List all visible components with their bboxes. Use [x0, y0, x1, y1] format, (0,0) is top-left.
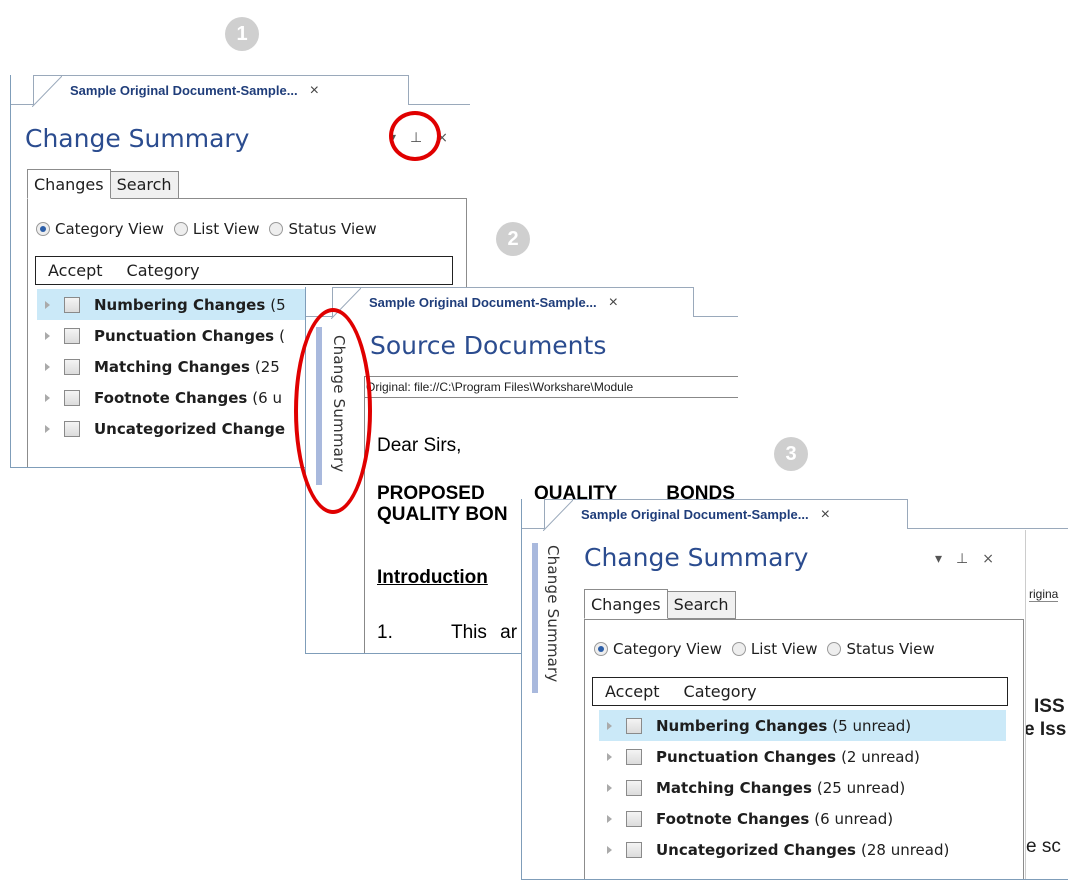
document-path: Original: file://C:\Program Files\Worksh…: [366, 380, 634, 394]
category-row-uncategorized[interactable]: Uncategorized Changes (28 unread): [599, 834, 1006, 865]
expand-icon[interactable]: [45, 300, 50, 309]
accept-checkbox[interactable]: [64, 358, 80, 375]
category-row-numbering[interactable]: Numbering Changes (5 unread): [599, 710, 1006, 741]
accept-checkbox[interactable]: [626, 779, 642, 796]
pin-highlight-circle: [389, 111, 441, 161]
background-text-fragment: e Iss: [1024, 719, 1067, 740]
accept-checkbox[interactable]: [64, 327, 80, 344]
pin-icon[interactable]: ⊥: [956, 551, 968, 567]
side-tab-highlight-circle: [294, 308, 372, 514]
document-tab[interactable]: Sample Original Document-Sample... ×: [32, 75, 409, 107]
expand-icon[interactable]: [45, 393, 50, 402]
document-tab-title: Sample Original Document-Sample...: [369, 295, 597, 310]
document-tab-title: Sample Original Document-Sample...: [581, 507, 809, 522]
expand-icon[interactable]: [607, 814, 612, 823]
list-view-radio[interactable]: List View: [173, 220, 259, 238]
tab-changes[interactable]: Changes: [584, 589, 668, 619]
paragraph-text: This ar: [451, 622, 518, 643]
category-view-radio[interactable]: Category View: [36, 220, 164, 238]
expand-icon[interactable]: [607, 783, 612, 792]
expand-icon[interactable]: [607, 845, 612, 854]
expand-icon[interactable]: [607, 752, 612, 761]
accept-checkbox[interactable]: [626, 841, 642, 858]
document-tab-title: Sample Original Document-Sample...: [70, 83, 298, 98]
list-view-radio[interactable]: List View: [731, 640, 817, 658]
panel-title: Change Summary: [25, 124, 250, 153]
accept-checkbox[interactable]: [64, 389, 80, 406]
accept-checkbox[interactable]: [626, 748, 642, 765]
dropdown-icon[interactable]: ▾: [935, 551, 942, 567]
accept-column-header[interactable]: Accept: [605, 682, 660, 701]
paragraph-number: 1.: [377, 622, 393, 643]
step-1-badge: 1: [225, 17, 259, 51]
expand-icon[interactable]: [45, 331, 50, 340]
expand-icon[interactable]: [45, 424, 50, 433]
accept-column-header[interactable]: Accept: [48, 261, 103, 280]
tab-changes[interactable]: Changes: [27, 169, 111, 199]
category-column-header[interactable]: Category: [127, 261, 200, 280]
category-column-header[interactable]: Category: [684, 682, 757, 701]
greeting-text: Dear Sirs,: [377, 435, 462, 456]
category-row-footnote[interactable]: Footnote Changes (6 unread): [599, 803, 1006, 834]
change-summary-panel-3: Sample Original Document-Sample... × Cha…: [521, 499, 1068, 880]
background-text-fragment: e sc: [1026, 836, 1061, 857]
accept-checkbox[interactable]: [626, 717, 642, 734]
change-summary-side-tab[interactable]: Change Summary: [544, 545, 562, 683]
close-panel-icon[interactable]: ×: [982, 551, 994, 567]
document-tab[interactable]: Sample Original Document-Sample... ×: [543, 499, 908, 531]
status-view-radio[interactable]: Status View: [827, 640, 935, 658]
column-header: Accept Category: [592, 677, 1008, 706]
category-row-matching[interactable]: Matching Changes (25 unread): [599, 772, 1006, 803]
background-text-fragment: ISS: [1034, 696, 1065, 717]
category-row-punctuation[interactable]: Punctuation Changes (2 unread): [599, 741, 1006, 772]
step-2-badge: 2: [496, 222, 530, 256]
close-tab-icon[interactable]: ×: [310, 82, 319, 100]
expand-icon[interactable]: [607, 721, 612, 730]
panel-title: Source Documents: [370, 331, 607, 360]
accept-checkbox[interactable]: [64, 420, 80, 437]
panel-title: Change Summary: [584, 543, 809, 572]
tab-search[interactable]: Search: [666, 591, 736, 619]
side-strip: [532, 543, 538, 693]
category-view-radio[interactable]: Category View: [594, 640, 722, 658]
tab-search[interactable]: Search: [109, 171, 179, 199]
status-view-radio[interactable]: Status View: [269, 220, 377, 238]
background-path-fragment: rigina: [1029, 587, 1059, 602]
document-path-bar: Original: file://C:\Program Files\Worksh…: [364, 376, 738, 398]
section-heading: Introduction: [377, 567, 488, 588]
column-header: Accept Category: [35, 256, 453, 285]
step-3-badge: 3: [774, 437, 808, 471]
accept-checkbox[interactable]: [64, 296, 80, 313]
document-tab[interactable]: Sample Original Document-Sample... ×: [331, 287, 694, 319]
close-tab-icon[interactable]: ×: [821, 506, 830, 524]
expand-icon[interactable]: [45, 362, 50, 371]
accept-checkbox[interactable]: [626, 810, 642, 827]
close-tab-icon[interactable]: ×: [609, 294, 618, 312]
